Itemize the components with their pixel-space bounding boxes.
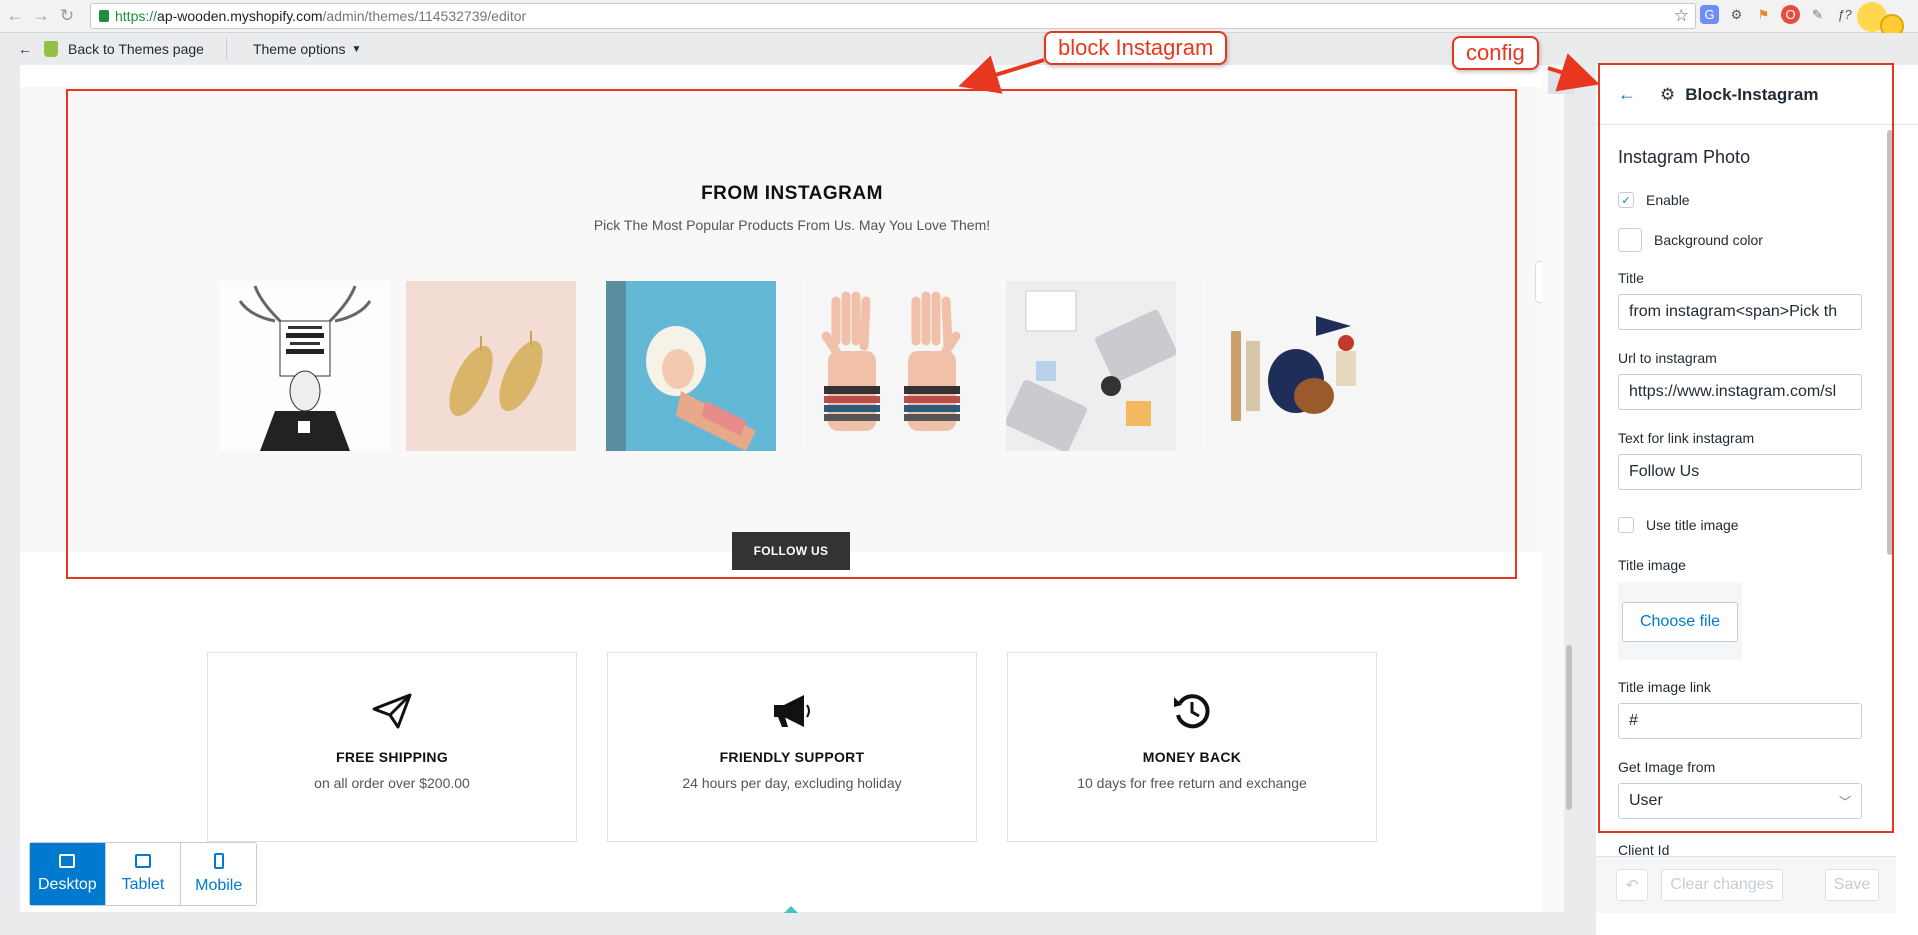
caret-down-icon: ▼ [351, 43, 362, 55]
desktop-icon [59, 854, 76, 868]
undo-icon[interactable]: ↶ [1616, 869, 1648, 901]
settings-extension-icon[interactable]: ⚙ [1727, 5, 1746, 24]
feature-card-shipping: FREE SHIPPING on all order over $200.00 [207, 652, 577, 842]
feature-text: on all order over $200.00 [314, 775, 470, 791]
arrow-left-icon[interactable]: ← [18, 41, 32, 57]
feature-title: FREE SHIPPING [335, 749, 449, 765]
tablet-icon [135, 854, 151, 868]
sidebar-footer: ↶ Clear changes Save [1596, 856, 1896, 913]
feature-card-support: FRIENDLY SUPPORT 24 hours per day, exclu… [607, 652, 977, 842]
url-path: /admin/themes/114532739/editor [322, 8, 527, 24]
browser-toolbar: ← → ↻ https://ap-wooden.myshopify.com/ad… [0, 0, 1918, 38]
preview-bottom-edge [20, 912, 1564, 935]
opera-extension-icon[interactable]: O [1781, 5, 1800, 24]
annotation-label-block: block Instagram [1044, 31, 1228, 65]
feature-text: 10 days for free return and exchange [1077, 775, 1307, 791]
extensions-area: G ⚙ ⚑ O ✎ ƒ? [1700, 5, 1854, 24]
mobile-label: Mobile [195, 877, 243, 894]
eyedropper-extension-icon[interactable]: ✎ [1808, 5, 1827, 24]
reload-icon[interactable]: ↻ [56, 5, 78, 27]
lock-icon [99, 10, 109, 22]
back-to-themes-link[interactable]: Back to Themes page [68, 41, 204, 57]
section-indicator-icon [784, 906, 798, 913]
flag-extension-icon[interactable]: ⚑ [1754, 5, 1773, 24]
mobile-icon [213, 853, 224, 869]
feature-text: 24 hours per day, excluding holiday [682, 775, 902, 791]
feature-title: FRIENDLY SUPPORT [719, 749, 865, 765]
annotation-box-config [1598, 63, 1894, 833]
paper-plane-icon [208, 691, 576, 731]
save-button[interactable]: Save [1825, 869, 1879, 901]
clock-back-icon [1008, 691, 1376, 731]
shopify-logo-icon [44, 41, 58, 57]
back-icon[interactable]: ← [4, 5, 26, 27]
mobile-view-button[interactable]: Mobile [181, 843, 256, 905]
bookmark-star-icon[interactable]: ☆ [1674, 6, 1689, 26]
url-scheme: https:// [115, 8, 158, 24]
theme-options-menu[interactable]: Theme options [253, 41, 346, 57]
font-extension-icon[interactable]: ƒ? [1835, 5, 1854, 24]
address-bar[interactable]: https://ap-wooden.myshopify.com/admin/th… [90, 3, 1696, 29]
megaphone-icon [608, 691, 976, 731]
tablet-view-button[interactable]: Tablet [106, 843, 182, 905]
feature-title: MONEY BACK [1142, 749, 1242, 765]
translate-extension-icon[interactable]: G [1700, 5, 1719, 24]
feature-card-money-back: MONEY BACK 10 days for free return and e… [1007, 652, 1377, 842]
annotation-label-config: config [1452, 36, 1539, 70]
tablet-label: Tablet [121, 876, 165, 893]
collapse-icon[interactable]: ↗ [1548, 70, 1574, 94]
editor-topbar: ← Back to Themes page Theme options ▼ [0, 33, 1918, 65]
annotation-box-block [66, 89, 1517, 579]
preview-scrollbar[interactable] [1566, 645, 1572, 810]
forward-icon[interactable]: → [30, 5, 52, 27]
divider [225, 38, 227, 60]
url-host: ap-wooden.myshopify.com [157, 8, 323, 24]
preview-scrollbar-track [1542, 65, 1564, 912]
clear-changes-button[interactable]: Clear changes [1661, 869, 1783, 901]
desktop-label: Desktop [37, 876, 97, 893]
desktop-view-button[interactable]: Desktop [30, 843, 106, 905]
device-switcher: Desktop Tablet Mobile [29, 842, 257, 906]
